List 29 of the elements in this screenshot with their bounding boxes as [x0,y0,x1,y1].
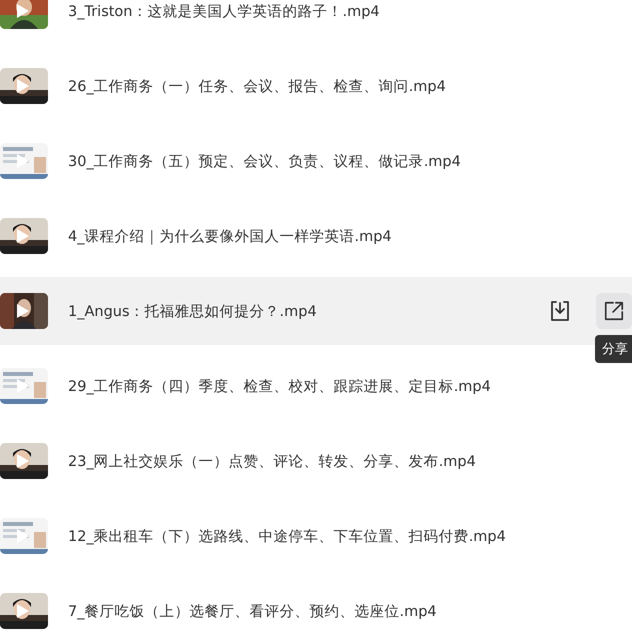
file-name: 4_课程介绍｜为什么要像外国人一样学英语.mp4 [68,228,393,246]
file-name: 3_Triston：这就是美国人学英语的路子！.mp4 [68,2,381,20]
file-name: 7_餐厅吃饭（上）选餐厅、看评分、预约、选座位.mp4 [68,602,438,620]
share-button[interactable] [596,293,632,329]
file-name: 29_工作商务（四）季度、检查、校对、跟踪进展、定目标.mp4 [68,378,492,396]
file-name: 23_网上社交娱乐（一）点赞、评论、转发、分享、发布.mp4 [68,452,477,470]
file-row[interactable]: 23_网上社交娱乐（一）点赞、评论、转发、分享、发布.mp4 [0,427,632,495]
play-icon [16,528,30,544]
tooltip: 分享 [595,335,632,363]
share-icon [603,300,625,322]
file-row[interactable]: 7_餐厅吃饭（上）选餐厅、看评分、预约、选座位.mp4 [0,577,632,634]
file-name: 30_工作商务（五）预定、会议、负责、议程、做记录.mp4 [68,152,462,170]
file-row[interactable]: 3_Triston：这就是美国人学英语的路子！.mp4 [0,0,632,45]
play-icon [16,3,30,19]
play-icon [16,378,30,394]
file-row[interactable]: 26_工作商务（一）任务、会议、报告、检查、询问.mp4 [0,52,632,120]
play-icon [16,603,30,619]
file-name: 12_乘出租车（下）选路线、中途停车、下车位置、扫码付费.mp4 [68,528,507,546]
file-row[interactable]: 4_课程介绍｜为什么要像外国人一样学英语.mp4 [0,202,632,270]
download-icon [548,299,572,323]
play-icon [16,228,30,244]
play-icon [16,303,30,319]
play-icon [16,153,30,169]
file-name: 26_工作商务（一）任务、会议、报告、检查、询问.mp4 [68,78,447,96]
file-name: 1_Angus：托福雅思如何提分？.mp4 [68,302,318,320]
file-row[interactable]: 12_乘出租车（下）选路线、中途停车、下车位置、扫码付费.mp4 [0,502,632,570]
file-row[interactable]: 30_工作商务（五）预定、会议、负责、议程、做记录.mp4 [0,127,632,195]
play-icon [16,453,30,469]
play-icon [16,78,30,94]
